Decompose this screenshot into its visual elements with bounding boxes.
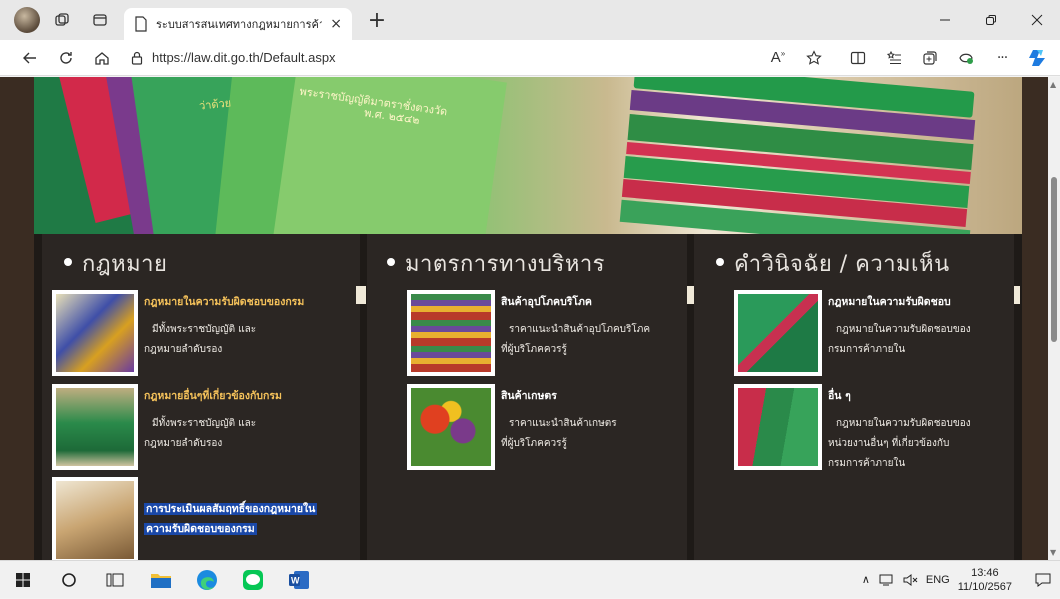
item-desc: ที่ผู้บริโภคควรรู้ bbox=[501, 344, 567, 355]
address-bar[interactable]: https://law.dit.go.th/Default.aspx bbox=[130, 43, 690, 73]
search-icon[interactable] bbox=[46, 561, 92, 599]
thumbnail-image[interactable] bbox=[734, 290, 822, 376]
language-indicator[interactable]: ENG bbox=[926, 574, 950, 586]
thumbnail-image[interactable] bbox=[52, 477, 138, 560]
tab-actions-icon[interactable] bbox=[84, 4, 116, 36]
item-desc: กฎหมายลำดับรอง bbox=[144, 438, 223, 449]
bullet-icon bbox=[64, 258, 72, 266]
banner-text-left: ว่าด้วย bbox=[198, 96, 232, 113]
more-menu-button[interactable]: ··· bbox=[984, 42, 1020, 74]
item-desc: กฎหมายลำดับรอง bbox=[144, 344, 223, 355]
line-app-icon[interactable] bbox=[230, 561, 276, 599]
page-icon bbox=[135, 16, 147, 32]
browser-essentials-icon[interactable] bbox=[948, 42, 984, 74]
thumbnail-image[interactable] bbox=[407, 384, 495, 470]
hero-banner: ว่าด้วย พระราชบัญญัติมาตราชั่งตวงวัด พ.ศ… bbox=[34, 77, 1022, 234]
system-tray: ∧ ENG 13:46 11/10/2567 bbox=[862, 566, 1052, 594]
link-consumer-goods[interactable]: สินค้าอุปโภคบริโภค bbox=[501, 293, 592, 312]
clock-time: 13:46 bbox=[971, 566, 999, 579]
edge-browser-icon[interactable] bbox=[184, 561, 230, 599]
thumbnail-image[interactable] bbox=[407, 290, 495, 376]
refresh-button[interactable] bbox=[48, 42, 84, 74]
new-tab-button[interactable]: + bbox=[362, 8, 392, 33]
read-aloud-icon[interactable]: A» bbox=[760, 42, 796, 74]
item-desc: ที่ผู้บริโภคควรรู้ bbox=[501, 438, 567, 449]
thumbnail-image[interactable] bbox=[734, 384, 822, 470]
bullet-icon bbox=[387, 258, 395, 266]
workspaces-icon[interactable] bbox=[46, 4, 78, 36]
restore-button[interactable] bbox=[968, 0, 1014, 40]
scroll-down-icon[interactable]: ▼ bbox=[1050, 548, 1056, 557]
column-divider bbox=[1014, 286, 1020, 304]
item-desc: กฎหมายในความรับผิดชอบของ bbox=[836, 418, 971, 429]
file-explorer-icon[interactable] bbox=[138, 561, 184, 599]
svg-text:W: W bbox=[291, 575, 300, 585]
network-icon[interactable] bbox=[878, 573, 894, 587]
tab-title: ระบบสารสนเทศทางกฎหมายการค้าในป bbox=[156, 19, 323, 31]
thumbnail-image[interactable] bbox=[52, 290, 138, 376]
link-rulings-other[interactable]: อื่น ๆ bbox=[828, 387, 851, 406]
vertical-scrollbar[interactable]: ▲ ▼ bbox=[1048, 77, 1060, 560]
clock[interactable]: 13:46 11/10/2567 bbox=[958, 566, 1012, 594]
section-title-admin: มาตรการทางบริหาร bbox=[387, 246, 605, 281]
back-button[interactable] bbox=[12, 42, 48, 74]
link-law-responsibility[interactable]: กฎหมายในความรับผิดชอบของกรม bbox=[144, 293, 304, 312]
link-agricultural-goods[interactable]: สินค้าเกษตร bbox=[501, 387, 557, 406]
close-tab-button[interactable]: × bbox=[330, 16, 342, 32]
link-law-evaluation-line1[interactable]: การประเมินผลสัมฤทธิ์ของกฎหมายใน bbox=[144, 500, 318, 519]
link-rulings-responsibility[interactable]: กฎหมายในความรับผิดชอบ bbox=[828, 293, 951, 312]
item-desc: กฎหมายในความรับผิดชอบของ bbox=[836, 324, 971, 335]
section-law: กฎหมาย กฎหมายในความรับผิดชอบของกรม มีทั้… bbox=[42, 234, 362, 560]
collections-icon[interactable] bbox=[912, 42, 948, 74]
browser-tab-active[interactable]: ระบบสารสนเทศทางกฎหมายการค้าในป × bbox=[124, 8, 352, 40]
item-desc: กรมการค้าภายใน bbox=[828, 458, 906, 469]
task-view-icon[interactable] bbox=[92, 561, 138, 599]
show-hidden-icons-icon[interactable]: ∧ bbox=[862, 573, 870, 586]
split-screen-icon[interactable] bbox=[840, 42, 876, 74]
section-title-rulings: คำวินิจฉัย / ความเห็น bbox=[716, 246, 950, 281]
column-divider bbox=[360, 286, 366, 304]
scroll-up-icon[interactable]: ▲ bbox=[1050, 80, 1056, 89]
notifications-icon[interactable] bbox=[1034, 572, 1052, 588]
link-law-evaluation-line2[interactable]: ความรับผิดชอบของกรม bbox=[144, 520, 257, 539]
lock-icon[interactable] bbox=[130, 51, 144, 65]
link-related-laws[interactable]: กฎหมายอื่นๆที่เกี่ยวข้องกับกรม bbox=[144, 387, 282, 406]
section-admin-measures: มาตรการทางบริหาร สินค้าอุปโภคบริโภค ราคา… bbox=[360, 234, 694, 560]
bullet-icon bbox=[716, 258, 724, 266]
favorite-star-icon[interactable] bbox=[796, 42, 832, 74]
item-desc: มีทั้งพระราชบัญญัติ และ bbox=[152, 324, 257, 335]
thumbnail-image[interactable] bbox=[52, 384, 138, 470]
window-controls bbox=[922, 0, 1060, 40]
section-rulings-opinions: คำวินิจฉัย / ความเห็น กฎหมายในความรับผิด… bbox=[687, 234, 1020, 560]
item-desc: กรมการค้าภายใน bbox=[828, 344, 906, 355]
item-desc: ราคาแนะนำสินค้าอุปโภคบริโภค bbox=[509, 324, 651, 335]
column-divider bbox=[687, 286, 693, 304]
volume-muted-icon[interactable] bbox=[902, 573, 918, 587]
item-desc: หน่วยงานอื่นๆ ที่เกี่ยวข้องกับ bbox=[828, 438, 950, 449]
word-app-icon[interactable]: W bbox=[276, 561, 322, 599]
clock-date: 11/10/2567 bbox=[957, 580, 1012, 593]
tab-strip: ระบบสารสนเทศทางกฎหมายการค้าในป × + bbox=[0, 0, 1060, 40]
profile-avatar[interactable] bbox=[14, 7, 40, 33]
minimize-button[interactable] bbox=[922, 0, 968, 40]
address-toolbar: https://law.dit.go.th/Default.aspx A» ··… bbox=[0, 40, 1060, 76]
web-page: ว่าด้วย พระราชบัญญัติมาตราชั่งตวงวัด พ.ศ… bbox=[0, 77, 1048, 560]
scrollbar-thumb[interactable] bbox=[1051, 177, 1057, 342]
close-window-button[interactable] bbox=[1014, 0, 1060, 40]
favorites-list-icon[interactable] bbox=[876, 42, 912, 74]
taskbar: W ∧ ENG 13:46 11/10/2567 bbox=[0, 560, 1060, 598]
url-text: https://law.dit.go.th/Default.aspx bbox=[152, 50, 336, 65]
start-button[interactable] bbox=[0, 561, 46, 599]
section-title-law: กฎหมาย bbox=[64, 246, 167, 281]
item-desc: มีทั้งพระราชบัญญัติ และ bbox=[152, 418, 257, 429]
home-button[interactable] bbox=[84, 42, 120, 74]
copilot-icon[interactable] bbox=[1020, 42, 1056, 74]
item-desc: ราคาแนะนำสินค้าเกษตร bbox=[509, 418, 617, 429]
